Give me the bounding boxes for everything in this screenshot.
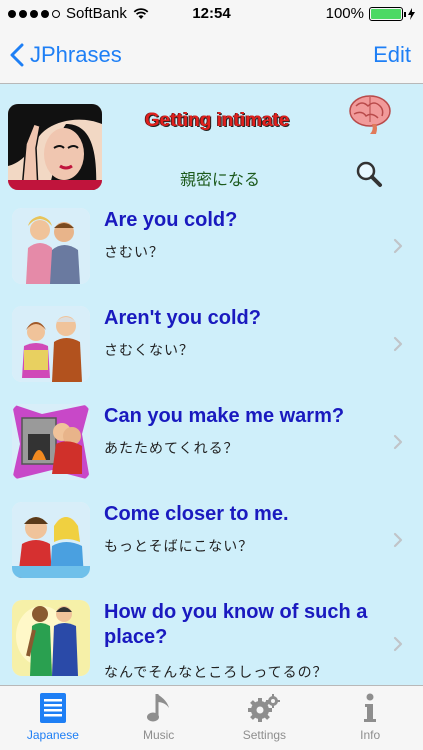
phrase-thumbnail: [12, 600, 90, 676]
edit-button[interactable]: Edit: [373, 42, 411, 68]
phrase-japanese: もっとそばにこない？: [104, 538, 254, 554]
back-button[interactable]: JPhrases: [10, 42, 122, 68]
phrase-english: Aren't you cold?: [104, 307, 261, 329]
tab-label: Info: [360, 728, 381, 742]
list-item[interactable]: Are you cold? さむい？: [0, 196, 423, 294]
gears-icon: [248, 694, 281, 722]
phrase-japanese: あたためてくれる？: [104, 440, 239, 456]
battery-icon: [369, 6, 406, 21]
tab-info[interactable]: Info: [317, 686, 423, 750]
list-item[interactable]: How do you know of such a place? なんでそんなと…: [0, 588, 423, 696]
phrase-list: Are you cold? さむい？ Aren't you cold? さむくな…: [0, 196, 423, 696]
phrase-japanese: なんでそんなところしってるの？: [104, 664, 328, 680]
tab-bar: Japanese Music Settings Info: [0, 685, 423, 750]
chevron-left-icon: [10, 43, 24, 67]
list-item[interactable]: Can you make me warm? あたためてくれる？: [0, 392, 423, 490]
tab-label: Settings: [242, 728, 287, 742]
category-image: [8, 104, 102, 190]
phrase-english: Can you make me warm?: [104, 405, 345, 427]
battery-percent: 100%: [325, 5, 364, 22]
phrase-thumbnail: [12, 306, 90, 382]
tab-japanese[interactable]: Japanese: [0, 686, 106, 750]
navigation-bar: JPhrases Edit: [0, 28, 423, 84]
battery-indicator: 100%: [326, 5, 415, 22]
phrase-japanese: さむい？: [104, 244, 164, 260]
music-note-icon: [146, 694, 169, 722]
category-header: Getting intimate 親密になる: [0, 84, 423, 196]
phrase-thumbnail: [12, 502, 90, 578]
document-list-icon: [39, 693, 66, 723]
search-icon[interactable]: [355, 160, 383, 188]
chevron-right-icon: [393, 336, 403, 352]
charging-icon: [408, 7, 415, 20]
category-title: Getting intimate: [145, 110, 290, 131]
phrase-thumbnail: [12, 208, 90, 284]
info-icon: [364, 693, 377, 722]
status-bar: SoftBank 12:54 100%: [0, 0, 423, 28]
tab-label: Japanese: [26, 728, 79, 742]
phrase-thumbnail: [12, 404, 90, 480]
back-button-label: JPhrases: [30, 42, 122, 67]
chevron-right-icon: [393, 636, 403, 652]
phrase-english: Come closer to me.: [104, 503, 289, 525]
chevron-right-icon: [393, 238, 403, 254]
chevron-right-icon: [393, 532, 403, 548]
chevron-right-icon: [393, 434, 403, 450]
tab-music[interactable]: Music: [106, 686, 212, 750]
tab-settings[interactable]: Settings: [212, 686, 318, 750]
phrase-english: How do you know of such a place?: [104, 601, 368, 648]
phrase-english: Are you cold?: [104, 209, 238, 231]
tab-label: Music: [142, 728, 175, 742]
phrase-japanese: さむくない？: [104, 342, 194, 358]
list-item[interactable]: Aren't you cold? さむくない？: [0, 294, 423, 392]
list-item[interactable]: Come closer to me. もっとそばにこない？: [0, 490, 423, 588]
category-subtitle: 親密になる: [180, 172, 261, 189]
brain-icon: [349, 95, 391, 134]
